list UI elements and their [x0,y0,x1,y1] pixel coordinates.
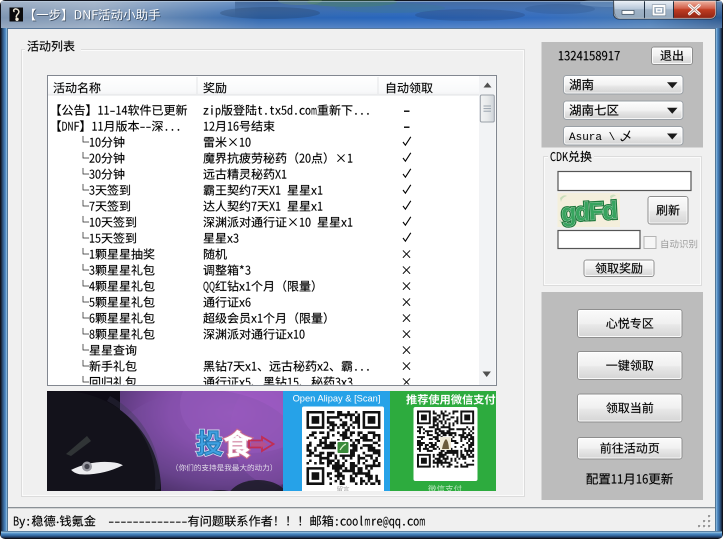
svg-text:Open Alipay & [Scan]: Open Alipay & [Scan] [293,394,381,404]
svg-text:Asura \: Asura \ [569,132,615,144]
svg-text:gdFd: gdFd [560,197,617,228]
